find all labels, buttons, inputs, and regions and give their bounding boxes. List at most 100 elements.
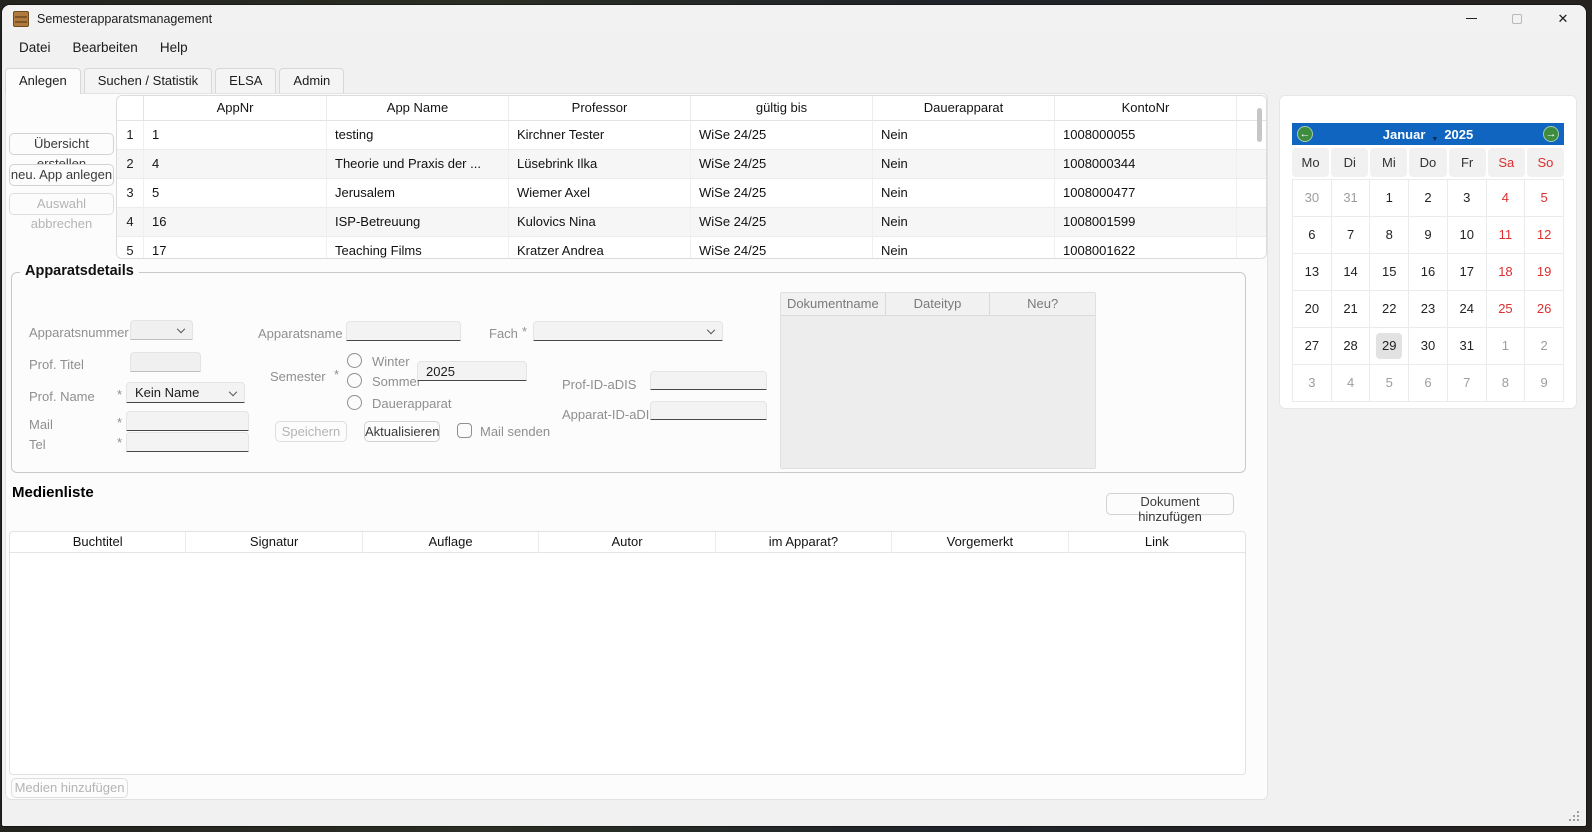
table-row[interactable]: 35JerusalemWiemer AxelWiSe 24/25Nein1008…	[117, 179, 1266, 208]
calendar-day[interactable]: 16	[1409, 254, 1447, 290]
calendar-day[interactable]: 30	[1293, 180, 1331, 216]
minimize-button[interactable]	[1448, 5, 1494, 32]
calendar-day[interactable]: 3	[1448, 180, 1486, 216]
calendar-day[interactable]: 2	[1525, 328, 1563, 364]
tel-field[interactable]	[126, 432, 249, 452]
next-month-icon[interactable]: →	[1543, 126, 1559, 142]
calendar-day[interactable]: 14	[1332, 254, 1370, 290]
table-row[interactable]: 24Theorie und Praxis der ...Lüsebrink Il…	[117, 150, 1266, 179]
apps-table-scrollbar[interactable]	[1256, 100, 1263, 254]
column-header[interactable]: AppNr	[144, 96, 327, 121]
speichern-button[interactable]: Speichern	[275, 421, 347, 442]
medien-hinzufuegen-button[interactable]: Medien hinzufügen	[11, 778, 128, 798]
calendar-day[interactable]: 15	[1370, 254, 1408, 290]
calendar-day[interactable]: 17	[1448, 254, 1486, 290]
apparatsname-field[interactable]	[346, 321, 461, 341]
tab-suchen-statistik[interactable]: Suchen / Statistik	[84, 68, 212, 93]
doc-column-header[interactable]: Dokumentname	[781, 293, 886, 316]
calendar-day[interactable]: 4	[1487, 180, 1525, 216]
calendar-day[interactable]: 9	[1409, 217, 1447, 253]
semester-jahr-field[interactable]: 2025	[417, 361, 527, 381]
tab-admin[interactable]: Admin	[279, 68, 344, 93]
calendar-day[interactable]: 1	[1487, 328, 1525, 364]
calendar-day[interactable]: 9	[1525, 365, 1563, 401]
table-row[interactable]: 416ISP-BetreuungKulovics NinaWiSe 24/25N…	[117, 208, 1266, 237]
column-header[interactable]: KontoNr	[1055, 96, 1237, 121]
calendar-day[interactable]: 7	[1448, 365, 1486, 401]
column-header[interactable]: Dauerapparat	[873, 96, 1055, 121]
documents-table[interactable]: DokumentnameDateitypNeu?	[780, 292, 1096, 469]
column-header[interactable]: App Name	[327, 96, 509, 121]
menu-help[interactable]: Help	[149, 36, 199, 59]
media-column-header[interactable]: Link	[1069, 532, 1245, 553]
tab-elsa[interactable]: ELSA	[215, 68, 276, 93]
calendar-day[interactable]: 26	[1525, 291, 1563, 327]
media-table[interactable]: BuchtitelSignaturAuflageAutorim Apparat?…	[9, 531, 1246, 775]
calendar-day[interactable]: 4	[1332, 365, 1370, 401]
calendar-day[interactable]: 1	[1370, 180, 1408, 216]
calendar-day[interactable]: 8	[1487, 365, 1525, 401]
sidebar-button-2[interactable]: neu. App anlegen	[9, 164, 114, 186]
calendar-day[interactable]: 13	[1293, 254, 1331, 290]
calendar-day[interactable]: 11	[1487, 217, 1525, 253]
prof-name-combobox[interactable]: Kein Name	[126, 382, 245, 403]
prof-id-adis-field[interactable]	[650, 371, 767, 390]
calendar-day[interactable]: 2	[1409, 180, 1447, 216]
calendar-day[interactable]: 23	[1409, 291, 1447, 327]
mail-field[interactable]	[126, 411, 249, 431]
menu-datei[interactable]: Datei	[8, 36, 62, 59]
calendar-day[interactable]: 22	[1370, 291, 1408, 327]
media-column-header[interactable]: im Apparat?	[716, 532, 892, 553]
calendar-day[interactable]: 19	[1525, 254, 1563, 290]
media-column-header[interactable]: Buchtitel	[10, 532, 186, 553]
calendar-day[interactable]: 6	[1293, 217, 1331, 253]
doc-column-header[interactable]: Dateityp	[886, 293, 991, 316]
column-header[interactable]: gültig bis	[691, 96, 873, 121]
calendar-month-title[interactable]: Januar▼ 2025	[1383, 127, 1474, 142]
fach-combobox[interactable]	[533, 321, 723, 341]
table-row[interactable]: 517Teaching FilmsKratzer AndreaWiSe 24/2…	[117, 237, 1266, 259]
calendar-day[interactable]: 8	[1370, 217, 1408, 253]
calendar-day[interactable]: 27	[1293, 328, 1331, 364]
calendar-day[interactable]: 28	[1332, 328, 1370, 364]
calendar-day[interactable]: 20	[1293, 291, 1331, 327]
aktualisieren-button[interactable]: Aktualisieren	[364, 421, 440, 442]
calendar-day[interactable]: 18	[1487, 254, 1525, 290]
sidebar-button-1[interactable]: Übersicht erstellen	[9, 133, 114, 155]
calendar-day[interactable]: 7	[1332, 217, 1370, 253]
calendar-day[interactable]: 30	[1409, 328, 1447, 364]
prof-titel-field[interactable]	[130, 352, 201, 372]
sidebar-button-3[interactable]: Auswahl abbrechen	[9, 193, 114, 215]
doc-button-1[interactable]: Dokument hinzufügen	[1106, 493, 1234, 515]
column-header[interactable]: Professor	[509, 96, 691, 121]
table-row[interactable]: 11testingKirchner TesterWiSe 24/25Nein10…	[117, 121, 1266, 150]
tab-anlegen[interactable]: Anlegen	[5, 68, 81, 94]
calendar-day[interactable]: 12	[1525, 217, 1563, 253]
media-column-header[interactable]: Signatur	[186, 532, 362, 553]
radio-dauerapparat[interactable]	[347, 395, 362, 410]
mail-senden-checkbox[interactable]	[457, 423, 472, 438]
calendar-day[interactable]: 10	[1448, 217, 1486, 253]
calendar-day[interactable]: 3	[1293, 365, 1331, 401]
calendar-day[interactable]: 25	[1487, 291, 1525, 327]
calendar-day[interactable]: 6	[1409, 365, 1447, 401]
calendar-day[interactable]: 21	[1332, 291, 1370, 327]
resize-grip-icon[interactable]	[1567, 811, 1579, 823]
prev-month-icon[interactable]: ←	[1297, 126, 1313, 142]
media-column-header[interactable]: Autor	[539, 532, 715, 553]
doc-column-header[interactable]: Neu?	[990, 293, 1095, 316]
apparat-id-adis-field[interactable]	[650, 401, 767, 420]
calendar-day[interactable]: 29	[1370, 328, 1408, 364]
maximize-button[interactable]	[1494, 5, 1540, 32]
menu-bearbeiten[interactable]: Bearbeiten	[62, 36, 149, 59]
apparatsnummer-combobox[interactable]	[130, 320, 193, 340]
media-column-header[interactable]: Vorgemerkt	[892, 532, 1068, 553]
calendar-day[interactable]: 31	[1448, 328, 1486, 364]
media-column-header[interactable]: Auflage	[363, 532, 539, 553]
calendar-day[interactable]: 5	[1370, 365, 1408, 401]
scrollbar-thumb[interactable]	[1257, 108, 1262, 142]
calendar-day[interactable]: 5	[1525, 180, 1563, 216]
calendar-day[interactable]: 31	[1332, 180, 1370, 216]
radio-sommer[interactable]	[347, 373, 362, 388]
radio-winter[interactable]	[347, 353, 362, 368]
